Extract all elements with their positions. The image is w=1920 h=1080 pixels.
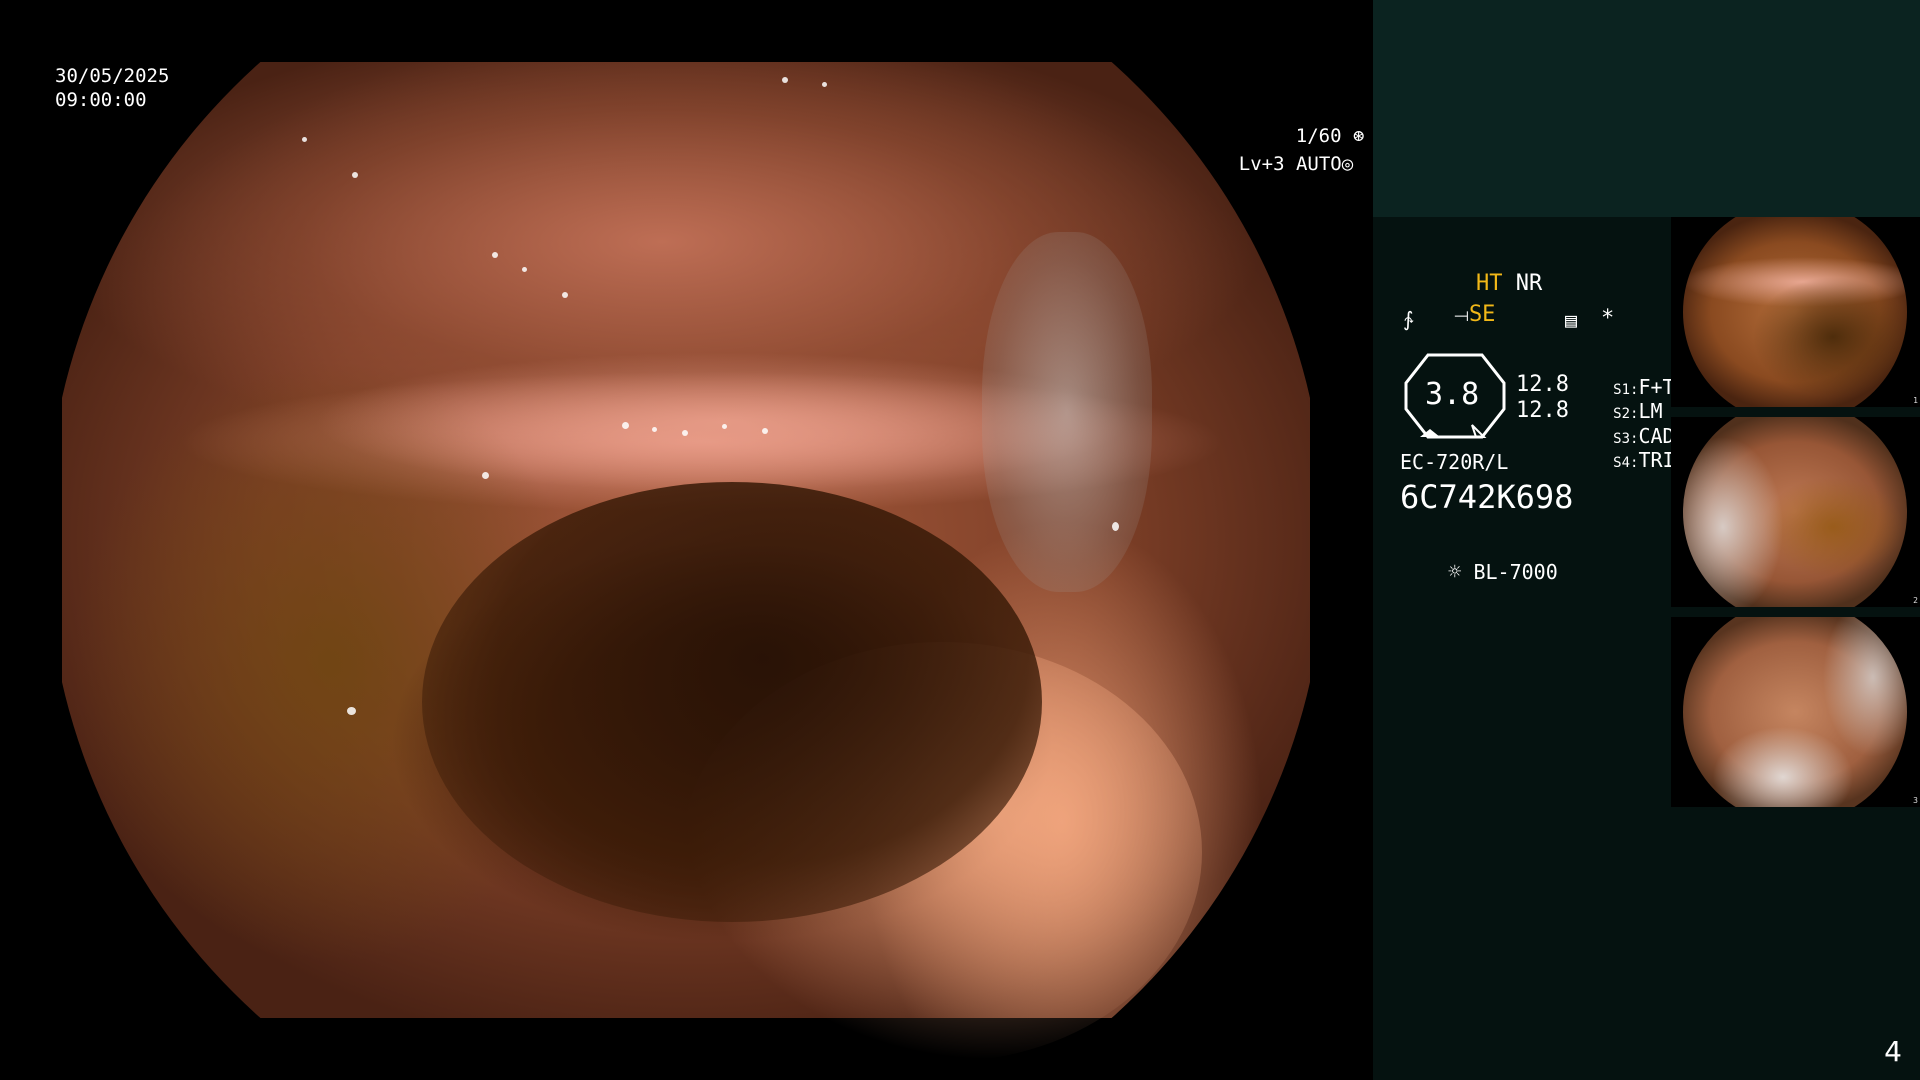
nr-label: NR xyxy=(1515,271,1543,296)
page-number: 4 xyxy=(1884,1035,1902,1068)
thumbnail-index: 2 xyxy=(1913,596,1918,605)
thumbnail-1[interactable]: 1 xyxy=(1671,217,1920,407)
highlight xyxy=(622,422,629,429)
structure-icon: ⟞ xyxy=(1453,305,1469,326)
highlight xyxy=(822,82,827,87)
thumbnail-index: 3 xyxy=(1913,796,1918,805)
time-readout: 09:00:00 xyxy=(55,89,147,111)
shutter-icon: ⊛ xyxy=(1352,125,1365,147)
lamp-icon: ☼ xyxy=(1448,560,1462,585)
switch-s4: S4:TRIG xyxy=(1565,421,1686,502)
highlight xyxy=(652,427,657,432)
scope-model: EC-720R/L xyxy=(1400,450,1509,474)
se-row: ⟞SE xyxy=(1401,276,1495,355)
thumbnail-index: 1 xyxy=(1913,396,1918,405)
enhance-icon: ∱ xyxy=(1403,307,1414,331)
highlight xyxy=(722,424,727,429)
thumbnail-image xyxy=(1683,417,1907,607)
endoscopic-image xyxy=(62,62,1310,1062)
bubble-foam xyxy=(982,232,1152,592)
gauge-value: 3.8 xyxy=(1425,377,1480,412)
main-endoscope-view: 30/05/2025 09:00:00 1/60 ⊛ Lv+3 AUTO◎ xyxy=(0,0,1373,1080)
asterisk-icon: * xyxy=(1601,306,1615,331)
highlight xyxy=(762,428,768,434)
panel-header-area xyxy=(1373,0,1920,217)
value-bottom: 12.8 xyxy=(1516,398,1569,423)
highlight xyxy=(347,707,356,715)
value-top: 12.8 xyxy=(1516,372,1569,397)
gauge-marker-right xyxy=(1471,424,1487,438)
highlight xyxy=(492,252,498,258)
record-icon: ▤ xyxy=(1565,308,1578,332)
thumbnail-3[interactable]: 3 xyxy=(1671,617,1920,807)
iris-icon: ◎ xyxy=(1341,153,1354,175)
thumbnail-image xyxy=(1683,217,1907,407)
thumbnail-image xyxy=(1683,617,1907,807)
scope-serial: 6C742K698 xyxy=(1400,478,1574,516)
lumen-dark xyxy=(422,482,1042,922)
highlight xyxy=(682,430,688,436)
thumbnail-2[interactable]: 2 xyxy=(1671,417,1920,607)
level-readout: Lv+3 AUTO◎ xyxy=(1193,128,1353,200)
highlight xyxy=(562,292,568,298)
level-value: Lv+3 AUTO xyxy=(1238,153,1342,175)
highlight xyxy=(482,472,489,479)
highlight xyxy=(352,172,358,178)
highlight xyxy=(522,267,527,272)
highlight xyxy=(782,77,788,83)
light-source-label: BL-7000 xyxy=(1473,560,1558,584)
date-readout: 30/05/2025 xyxy=(55,65,170,87)
light-source-row: ☼ BL-7000 xyxy=(1400,533,1558,612)
switch-s4-key: S4: xyxy=(1613,455,1639,471)
highlight xyxy=(302,137,307,142)
highlight xyxy=(1112,522,1119,531)
se-label: SE xyxy=(1468,302,1496,327)
info-panel: HT NR ⟞SE ∱ ▤ * 3.8 12.8 12.8 S1:F+T S2:… xyxy=(1373,0,1920,1080)
